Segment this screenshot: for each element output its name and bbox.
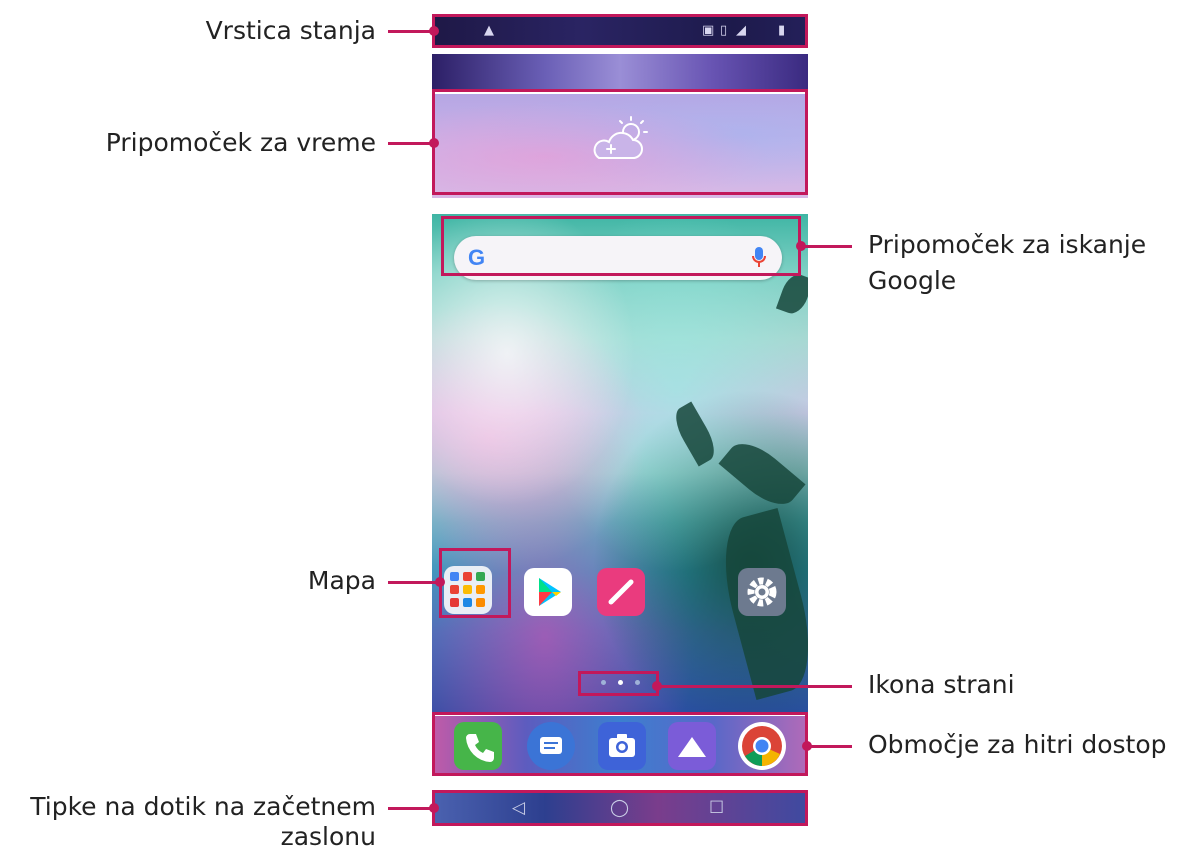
quick-access-label: Območje za hitri dostop	[868, 730, 1167, 759]
leaf-decoration	[718, 432, 806, 516]
folder-highlight	[439, 548, 511, 618]
callout-dot	[796, 241, 806, 251]
touch-keys-highlight	[432, 790, 808, 826]
weather-widget-label: Pripomoček za vreme	[105, 128, 376, 157]
status-bar-label: Vrstica stanja	[205, 16, 376, 45]
home-wallpaper	[432, 214, 808, 712]
callout-line	[802, 245, 852, 248]
callout-line	[388, 30, 434, 33]
callout-dot	[652, 681, 662, 691]
weather-widget-highlight	[432, 89, 808, 195]
callout-line	[388, 142, 434, 145]
callout-dot	[435, 577, 445, 587]
folder-label: Mapa	[307, 566, 376, 595]
callout-line	[388, 807, 434, 810]
quick-access-highlight	[432, 712, 808, 776]
callout-dot	[429, 138, 439, 148]
callout-dot	[429, 803, 439, 813]
note-pen-icon[interactable]	[597, 568, 645, 616]
callout-line	[388, 581, 440, 584]
page-icon-highlight	[578, 671, 659, 696]
google-search-label-line1: Pripomoček za iskanje	[868, 230, 1147, 259]
status-bar-highlight	[432, 14, 808, 48]
page-icon-label: Ikona strani	[868, 670, 1015, 699]
callout-dot	[429, 26, 439, 36]
touch-keys-label-line1: Tipke na dotik na začetnem	[30, 792, 376, 821]
gear-icon[interactable]	[738, 568, 786, 616]
callout-line	[808, 745, 852, 748]
callout-line	[658, 685, 852, 688]
leaf-decoration	[668, 401, 722, 467]
leaf-decoration	[775, 270, 808, 318]
wallpaper-band	[432, 54, 808, 90]
google-search-highlight	[441, 216, 801, 276]
google-search-label-line2: Google	[868, 266, 957, 295]
play-store-icon[interactable]	[524, 568, 572, 616]
callout-dot	[802, 741, 812, 751]
